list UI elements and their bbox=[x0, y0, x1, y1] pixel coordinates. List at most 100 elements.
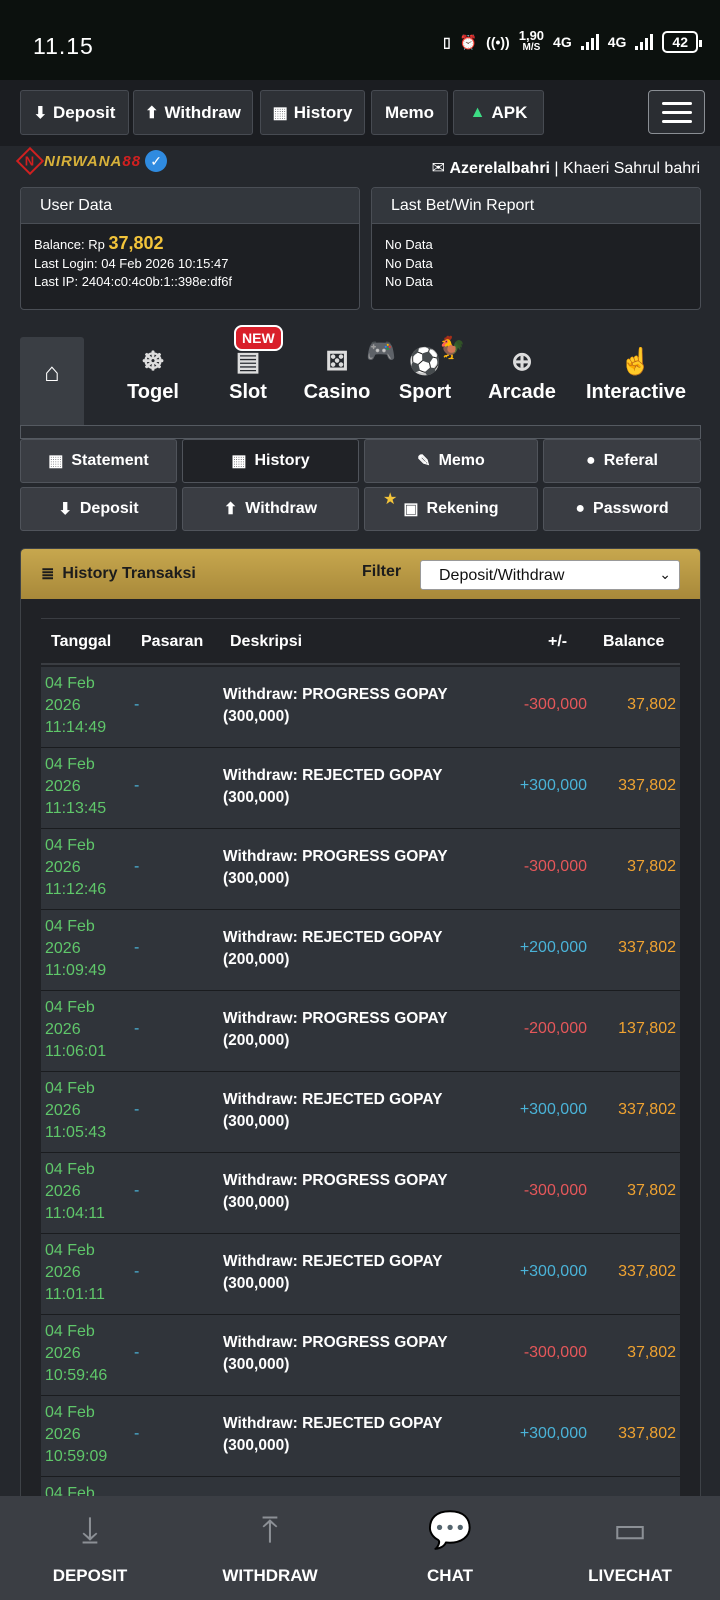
table-header: Tanggal Pasaran Deskripsi +/- Balance bbox=[41, 618, 680, 665]
row-amount: -300,000 bbox=[523, 696, 587, 713]
download-icon: ⤓ bbox=[82, 1509, 98, 1550]
menu-withdraw-button[interactable]: ⬆ Withdraw bbox=[182, 487, 359, 531]
menu-statement-button[interactable]: ▦ Statement bbox=[20, 439, 177, 483]
home-tab[interactable]: ⌂ bbox=[20, 337, 84, 425]
row-date: 04 Feb 2026 11:06:01 bbox=[45, 999, 107, 1060]
row-description: Withdraw: REJECTED GOPAY (300,000) bbox=[223, 1091, 443, 1130]
mail-icon: ✉ bbox=[431, 160, 446, 177]
nav-withdraw-button[interactable]: ⬆ Withdraw bbox=[133, 90, 253, 135]
row-date: 04 Feb 2026 11:13:45 bbox=[45, 756, 107, 817]
android-icon: ▲ bbox=[469, 103, 486, 121]
bottom-livechat-button[interactable]: ▭ LIVECHAT bbox=[540, 1496, 720, 1600]
last-ip: Last IP: 2404:c0:4c0b:1::398e:df6f bbox=[34, 274, 233, 289]
withdraw-icon: ⬆ bbox=[145, 104, 159, 122]
calendar-icon: ▦ bbox=[231, 453, 247, 470]
last-bet-panel: Last Bet/Win Report No Data No Data No D… bbox=[371, 187, 701, 310]
row-date: 04 Feb 2026 11:09:49 bbox=[45, 918, 107, 979]
row-description: Withdraw: REJECTED GOPAY (300,000) bbox=[223, 767, 443, 806]
touch-icon: ☝ bbox=[619, 346, 653, 376]
bottom-nav: ⤓ DEPOSIT ⤒ WITHDRAW 💬 CHAT ▭ LIVECHAT bbox=[0, 1496, 720, 1600]
panel-title: Last Bet/Win Report bbox=[372, 188, 700, 224]
crosshair-icon: ⊕ bbox=[511, 346, 533, 376]
menu-referal-button[interactable]: ● Referal bbox=[543, 439, 701, 483]
username: Azerelalbahri bbox=[449, 160, 550, 177]
menu-history-button[interactable]: ▦ History bbox=[182, 439, 359, 483]
livechat-icon: ▭ bbox=[612, 1509, 647, 1550]
row-description: Withdraw: REJECTED GOPAY (300,000) bbox=[223, 1415, 443, 1454]
row-balance: 337,802 bbox=[618, 1101, 676, 1118]
row-description: Withdraw: PROGRESS GOPAY (300,000) bbox=[223, 1334, 448, 1373]
nav-history-button[interactable]: ▦ History bbox=[260, 90, 365, 135]
upload-icon: ⤒ bbox=[262, 1509, 278, 1550]
row-amount: +300,000 bbox=[519, 1101, 587, 1118]
row-pasaran: - bbox=[134, 858, 140, 875]
home-icon: ⌂ bbox=[44, 357, 60, 387]
row-pasaran: - bbox=[134, 939, 140, 956]
bottom-chat-button[interactable]: 💬 CHAT bbox=[360, 1496, 540, 1600]
row-date: 04 Feb 2026 11:04:11 bbox=[45, 1161, 105, 1222]
menu-password-button[interactable]: ● Password bbox=[543, 487, 701, 531]
row-balance: 37,802 bbox=[627, 696, 676, 713]
row-pasaran: - bbox=[134, 777, 140, 794]
chat-bubble-icon: 💬 bbox=[427, 1509, 473, 1550]
bottom-deposit-button[interactable]: ⤓ DEPOSIT bbox=[0, 1496, 180, 1600]
history-card: ≣ History Transaksi Filter Deposit/Withdr… bbox=[20, 548, 701, 1508]
vibrate-icon: ▯ bbox=[443, 33, 451, 50]
network-4g-2: 4G bbox=[607, 34, 627, 50]
row-description: Withdraw: PROGRESS GOPAY (300,000) bbox=[223, 1172, 448, 1211]
user-info: ✉ Azerelalbahri | Khaeri Sahrul bahri bbox=[431, 160, 700, 177]
nav-apk-button[interactable]: ▲ APK bbox=[453, 90, 544, 135]
row-pasaran: - bbox=[134, 1101, 140, 1118]
calendar-icon: ▦ bbox=[48, 453, 64, 470]
row-pasaran: - bbox=[134, 1425, 140, 1442]
withdraw-icon: ⬆ bbox=[223, 501, 238, 518]
row-amount: +300,000 bbox=[519, 1425, 587, 1442]
top-nav: ⬇ Deposit ⬆ Withdraw ▦ History Memo ▲ AP… bbox=[0, 80, 720, 146]
network-speed: 1,90 M/S bbox=[518, 28, 545, 53]
filter-label: Filter bbox=[362, 563, 402, 580]
table-row: 04 Feb 2026 11:14:49 - Withdraw: PROGRESS GO… bbox=[41, 667, 680, 748]
signal-icon-2 bbox=[635, 34, 654, 50]
row-pasaran: - bbox=[134, 1344, 140, 1361]
row-amount: +300,000 bbox=[519, 777, 587, 794]
row-pasaran: - bbox=[134, 696, 140, 713]
row-description: Withdraw: REJECTED GOPAY (300,000) bbox=[223, 1253, 443, 1292]
row-amount: -300,000 bbox=[523, 1344, 587, 1361]
row-balance: 337,802 bbox=[618, 1263, 676, 1280]
tab-interactive[interactable]: ☝ Interactive bbox=[576, 345, 696, 404]
table-row: 04 Feb 2026 11:06:01 - Withdraw: PROGRESS GO… bbox=[41, 991, 680, 1072]
status-time: 11.15 bbox=[33, 33, 94, 59]
table-row: 04 Feb 2026 11:09:49 - Withdraw: REJECTED GO… bbox=[41, 910, 680, 991]
nav-memo-button[interactable]: Memo bbox=[371, 90, 448, 135]
row-date: 04 Feb 2026 11:12:46 bbox=[45, 837, 107, 898]
menu-deposit-button[interactable]: ⬇ Deposit bbox=[20, 487, 177, 531]
tab-togel[interactable]: ☸ Togel bbox=[108, 345, 198, 404]
last-login: Last Login: 04 Feb 2026 10:15:47 bbox=[34, 255, 229, 271]
row-balance: 37,802 bbox=[627, 858, 676, 875]
tab-arcade[interactable]: ⊕ Arcade bbox=[472, 345, 572, 404]
row-amount: -300,000 bbox=[523, 1182, 587, 1199]
table-row: 04 Feb 2026 11:01:11 - Withdraw: REJECTED GO… bbox=[41, 1234, 680, 1315]
deposit-icon: ⬇ bbox=[33, 104, 48, 122]
menu-toggle-button[interactable] bbox=[648, 90, 705, 134]
row-balance: 37,802 bbox=[627, 1344, 676, 1361]
row-amount: +200,000 bbox=[519, 939, 587, 956]
tab-slot[interactable]: ▤ Slot bbox=[208, 345, 288, 404]
row-description: Withdraw: PROGRESS GOPAY (200,000) bbox=[223, 1010, 448, 1049]
row-date: 04 Feb 2026 11:01:11 bbox=[45, 1242, 105, 1303]
table-row: 04 Feb 2026 11:12:46 - Withdraw: PROGRESS GO… bbox=[41, 829, 680, 910]
panel-title: User Data bbox=[21, 188, 359, 224]
ferris-wheel-icon: ☸ bbox=[141, 346, 165, 376]
nav-deposit-button[interactable]: ⬇ Deposit bbox=[20, 90, 129, 135]
battery-icon: 42 bbox=[662, 31, 702, 53]
bottom-withdraw-button[interactable]: ⤒ WITHDRAW bbox=[180, 1496, 360, 1600]
filter-select[interactable]: Deposit/Withdraw ⌄ bbox=[420, 560, 680, 590]
menu-memo-button[interactable]: ✎ Memo bbox=[364, 439, 538, 483]
row-balance: 337,802 bbox=[618, 939, 676, 956]
table-row: 04 Feb 2026 10:59:46 - Withdraw: PROGRESS GO… bbox=[41, 1315, 680, 1396]
brand-logo[interactable]: N NIRWANA88 ✓ bbox=[15, 146, 168, 176]
gamepad-icon: 🎮 bbox=[366, 338, 396, 365]
new-badge: NEW bbox=[234, 325, 283, 351]
row-amount: +300,000 bbox=[519, 1263, 587, 1280]
user-fullname: Khaeri Sahrul bahri bbox=[563, 160, 700, 177]
